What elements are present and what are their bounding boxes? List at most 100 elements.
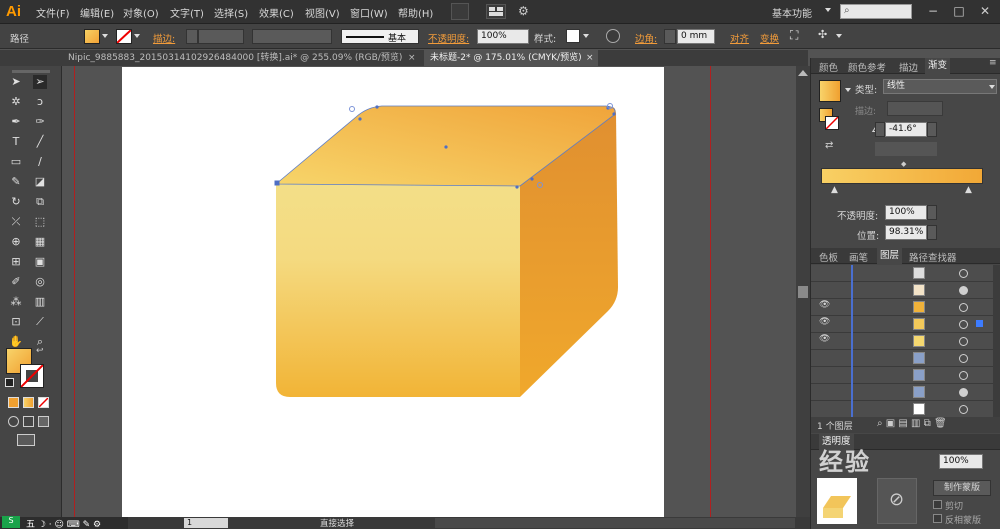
eraser-tool-icon[interactable]: ◪ [33, 175, 47, 189]
panel-menu-icon[interactable]: ≡ [989, 58, 997, 68]
minimize-button[interactable]: − [920, 2, 946, 20]
opacity-field[interactable]: 100% [477, 29, 529, 44]
opacity-mask-thumbnail[interactable]: ⊘ [877, 478, 917, 524]
magic-wand-tool-icon[interactable]: ✲ [9, 95, 23, 109]
gradient-preset-dropdown-icon[interactable] [845, 88, 851, 92]
layer-row[interactable] [811, 384, 993, 401]
eye-visibility-icon[interactable]: 👁 [819, 317, 830, 327]
slice-tool-icon[interactable]: ⟋ [33, 315, 47, 329]
stroke-indicator[interactable] [825, 116, 839, 130]
brush-definition-dropdown[interactable]: 基本 [341, 29, 419, 44]
lasso-tool-icon[interactable]: ↄ [33, 95, 47, 109]
reverse-gradient-icon[interactable]: ⇄ [825, 140, 833, 151]
swap-colors-icon[interactable]: ↩ [36, 346, 44, 356]
gpu-performance-icon[interactable]: ⚙ [518, 4, 536, 19]
workspace-dropdown-icon[interactable] [825, 8, 831, 12]
direct-selection-tool-icon[interactable]: ➢ [33, 75, 47, 89]
make-mask-button[interactable]: 制作蒙版 [933, 480, 991, 496]
pencil-tool-icon[interactable]: ✎ [9, 175, 23, 189]
scroll-up-icon[interactable] [798, 70, 808, 76]
stroke-weight-stepper[interactable] [186, 29, 198, 44]
corner-radius-field[interactable]: 0 mm [677, 29, 715, 44]
paintbrush-tool-icon[interactable]: ∕ [33, 155, 47, 169]
stop-location-dropdown[interactable] [927, 225, 937, 240]
menu-window[interactable]: 窗口(W) [350, 5, 388, 20]
recolor-artwork-icon[interactable] [606, 29, 620, 43]
tab-layers[interactable]: 图层 [877, 248, 903, 264]
tab-close-icon[interactable]: × [586, 50, 594, 66]
curvature-tool-icon[interactable]: ✑ [33, 115, 47, 129]
stop-opacity-field[interactable]: 100% [885, 205, 927, 220]
layer-row[interactable] [811, 282, 993, 299]
variable-width-profile[interactable] [252, 29, 332, 44]
layer-row[interactable] [811, 350, 993, 367]
rectangle-tool-icon[interactable]: ▭ [9, 155, 23, 169]
gradient-stop-end[interactable]: ▲ [965, 185, 972, 195]
tab-pathfinder[interactable]: 路径查找器 [909, 250, 957, 264]
column-graph-tool-icon[interactable]: ▥ [33, 295, 47, 309]
corner-stepper[interactable] [664, 29, 676, 44]
eyedropper-tool-icon[interactable]: ✐ [9, 275, 23, 289]
canvas-area[interactable] [62, 66, 796, 517]
fill-swatch[interactable] [84, 29, 100, 44]
menu-object[interactable]: 对象(O) [123, 5, 159, 20]
clip-checkbox[interactable] [933, 500, 942, 509]
maximize-button[interactable]: □ [946, 2, 972, 20]
midpoint-diamond-icon[interactable]: ◆ [901, 160, 906, 168]
isolate-object-icon[interactable]: ⛶ [790, 28, 806, 44]
shape-builder-tool-icon[interactable]: ⊕ [9, 235, 23, 249]
envelope-dropdown-icon[interactable] [836, 34, 842, 38]
menu-file[interactable]: 文件(F) [36, 5, 70, 20]
stop-location-field[interactable]: 98.31% [885, 225, 927, 240]
artboard-tool-icon[interactable]: ⊡ [9, 315, 23, 329]
blend-tool-icon[interactable]: ◎ [33, 275, 47, 289]
corner-label[interactable]: 边角: [635, 31, 657, 45]
layers-footer-icons[interactable]: ⌕ ▣ ▤ ▥ ⧉ 🗑 [877, 418, 947, 429]
eye-visibility-icon[interactable]: 👁 [819, 300, 830, 310]
style-dropdown-icon[interactable] [583, 34, 589, 38]
fill-dropdown-icon[interactable] [102, 34, 108, 38]
layer-row[interactable] [811, 265, 993, 282]
angle-field[interactable]: -41.6° [885, 122, 927, 137]
selection-tool-icon[interactable]: ➤ [9, 75, 23, 89]
artboard[interactable] [122, 67, 664, 517]
tab-brushes[interactable]: 画笔 [849, 250, 868, 264]
layer-row[interactable]: 👁 [811, 299, 993, 316]
gradient-mode-icon[interactable] [23, 397, 34, 408]
tab-stroke[interactable]: 描边 [899, 60, 918, 74]
angle-stepper[interactable] [875, 122, 885, 137]
page-field[interactable]: 1 [184, 518, 228, 528]
tab-color[interactable]: 颜色 [819, 60, 838, 74]
close-button[interactable]: ✕ [972, 2, 998, 20]
type-tool-icon[interactable]: T [9, 135, 23, 149]
stroke-label[interactable]: 描边: [153, 31, 175, 45]
stroke-weight-field[interactable] [198, 29, 244, 44]
layer-row[interactable] [811, 401, 993, 418]
tab-untitled-2[interactable]: 未标题-2* @ 175.01% (CMYK/预览) × [424, 50, 598, 66]
tab-color-guide[interactable]: 颜色参考 [848, 60, 886, 74]
align-link[interactable]: 对齐 [730, 31, 749, 45]
selected-art-indicator[interactable] [976, 320, 983, 327]
transparency-opacity-field[interactable]: 100% [939, 454, 983, 469]
gradient-tool-icon[interactable]: ▣ [33, 255, 47, 269]
bridge-icon[interactable] [451, 3, 469, 20]
menu-view[interactable]: 视图(V) [305, 5, 340, 20]
tab-nipic-document[interactable]: Nipic_9885883_20150314102926484000 [转换].… [62, 50, 420, 66]
transform-link[interactable]: 变换 [760, 31, 779, 45]
stop-opacity-dropdown[interactable] [927, 205, 937, 220]
angle-dropdown[interactable] [927, 122, 937, 137]
layer-row-selected[interactable]: 👁 [811, 316, 993, 333]
none-mode-icon[interactable] [38, 397, 49, 408]
tab-gradient[interactable]: 渐变 [925, 58, 951, 74]
width-tool-icon[interactable]: ⤫ [9, 215, 23, 229]
screen-mode-icon[interactable] [17, 434, 35, 446]
default-colors-icon[interactable] [5, 378, 14, 387]
symbol-sprayer-tool-icon[interactable]: ⁂ [9, 295, 23, 309]
gradient-slider[interactable] [821, 168, 983, 184]
eye-visibility-icon[interactable]: 👁 [819, 334, 830, 344]
horizontal-scrollbar[interactable] [435, 518, 795, 528]
color-mode-icon[interactable] [8, 397, 19, 408]
perspective-grid-tool-icon[interactable]: ▦ [33, 235, 47, 249]
scroll-thumb[interactable] [798, 286, 808, 298]
opacity-label[interactable]: 不透明度: [428, 31, 469, 45]
